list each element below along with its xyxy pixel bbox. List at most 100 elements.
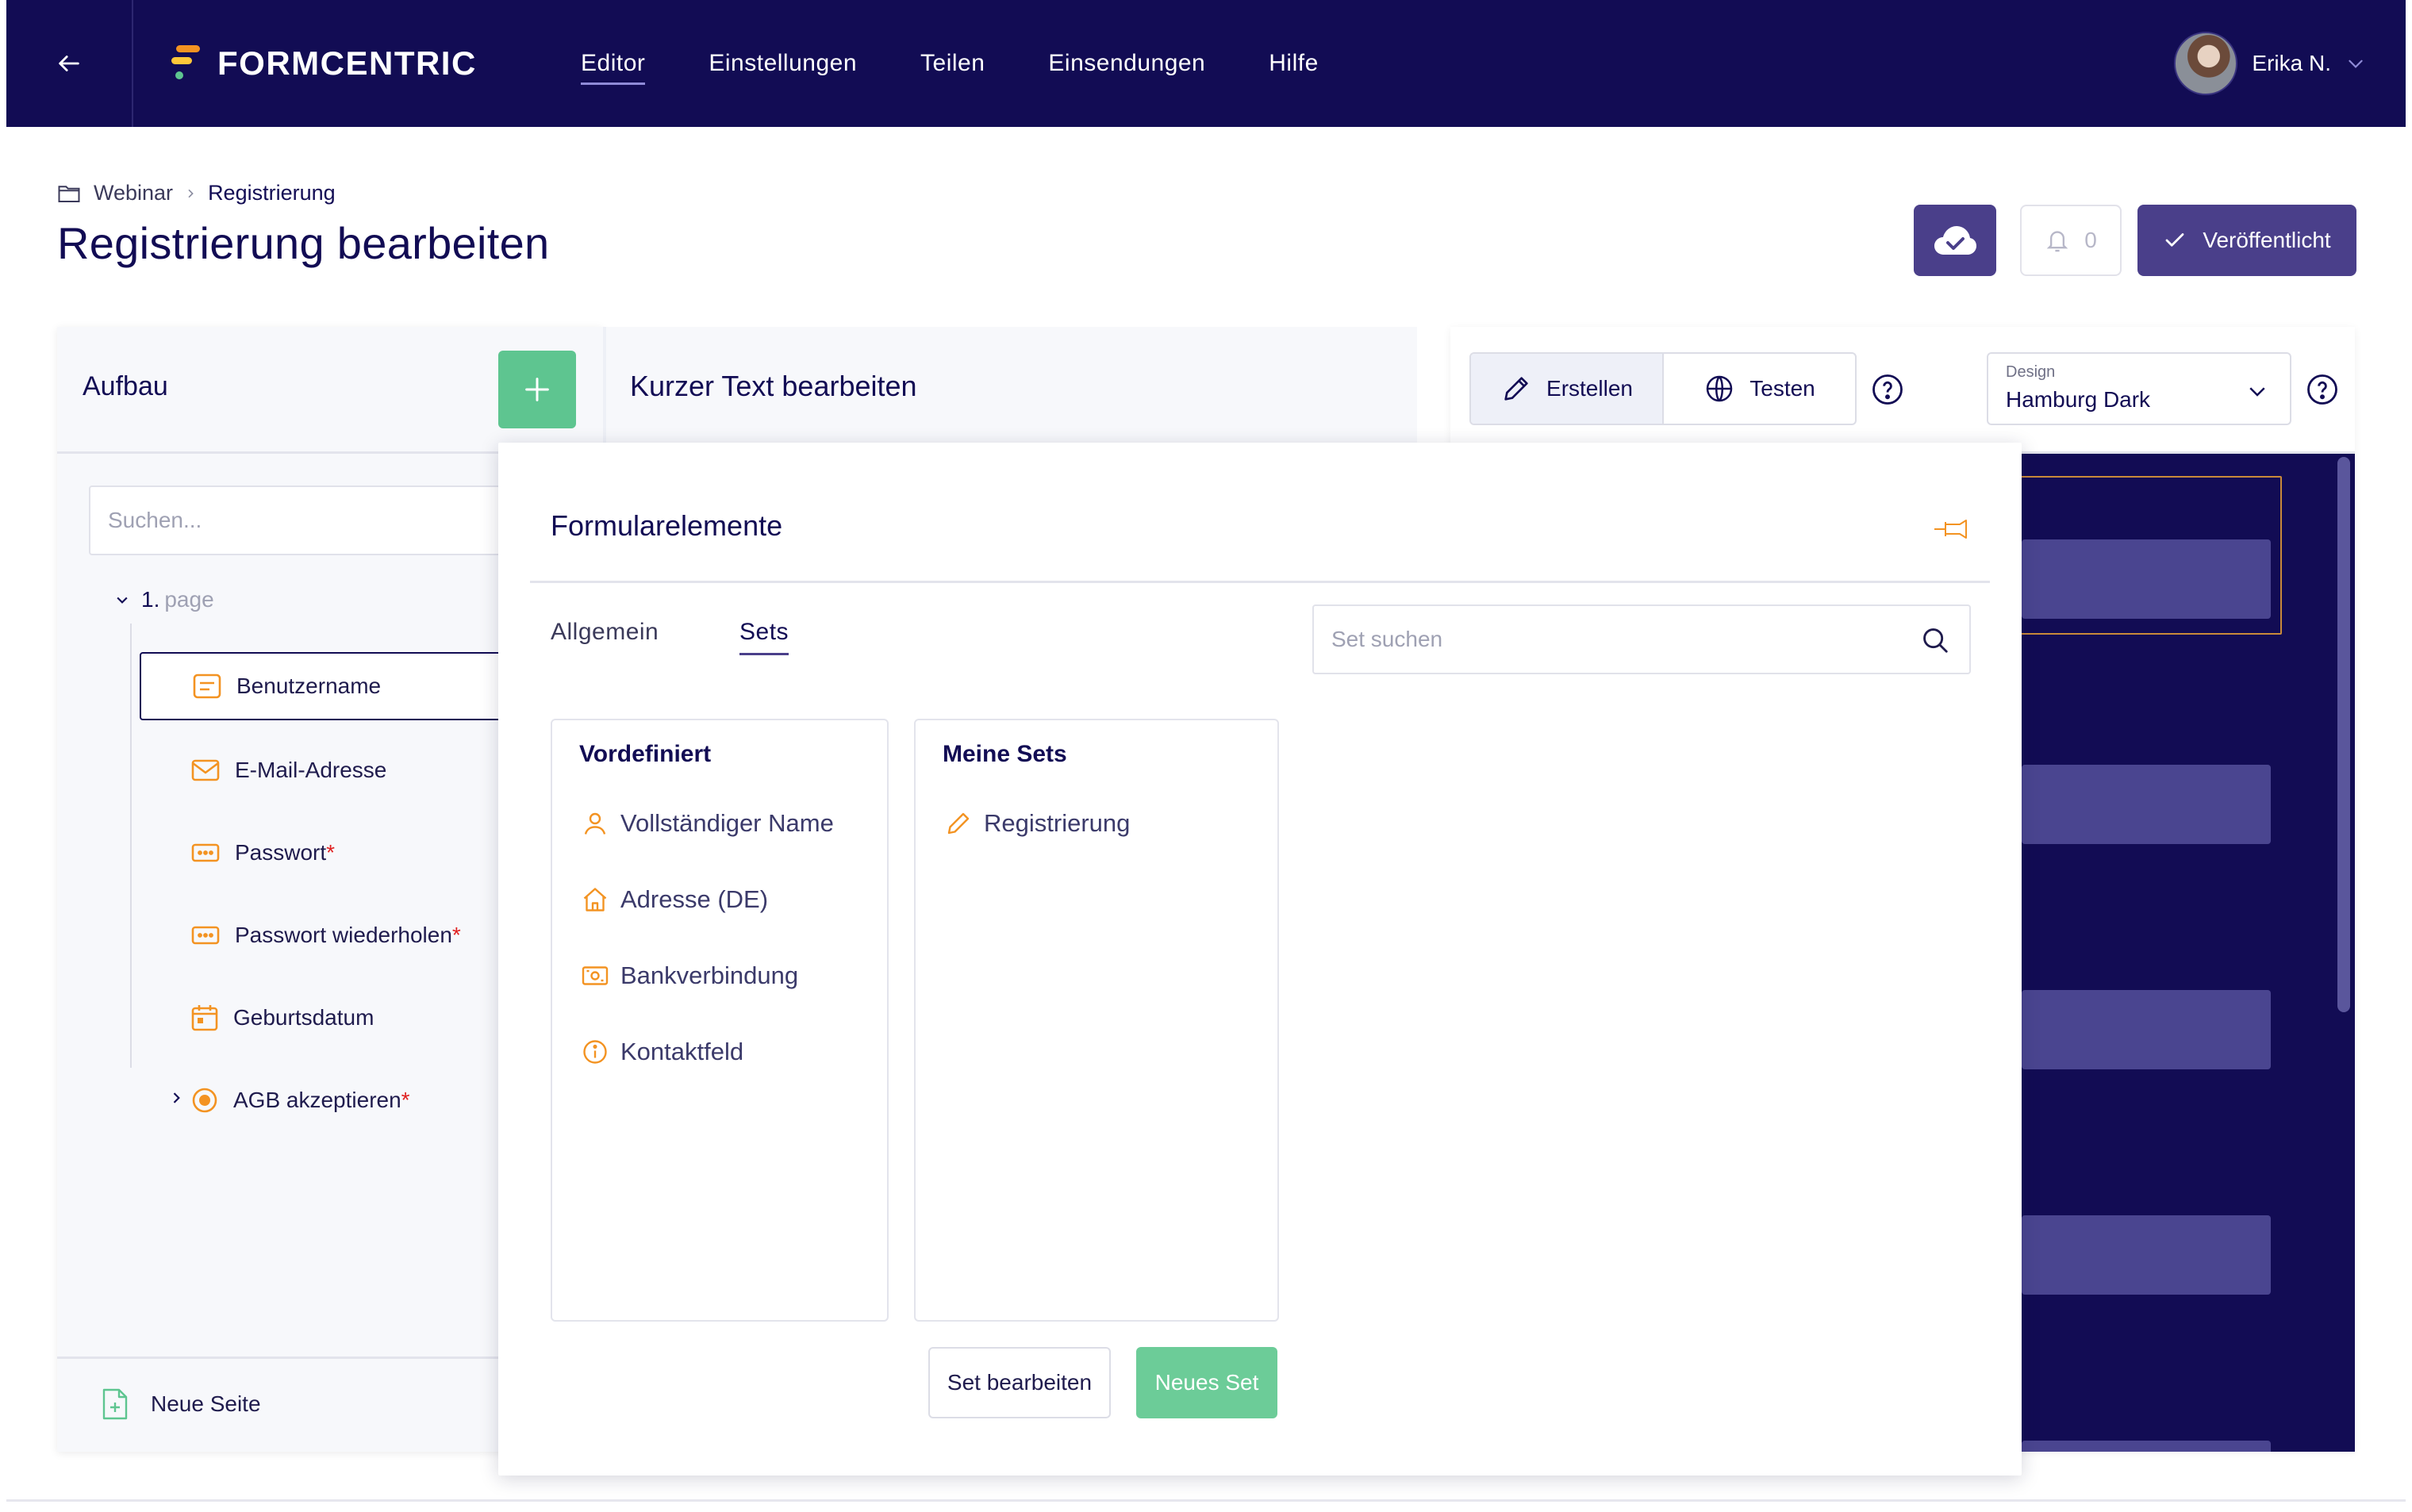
edit-element-title: Kurzer Text bearbeiten <box>630 370 917 402</box>
user-name: Erika N. <box>2252 51 2331 75</box>
add-page-icon <box>102 1388 128 1420</box>
form-elements-popover: Formularelemente Allgemein Sets Vordefin… <box>498 443 2022 1476</box>
set-item-label: Adresse (DE) <box>620 885 769 913</box>
required-mark: * <box>401 1088 410 1112</box>
home-icon <box>583 888 607 911</box>
info-icon <box>583 1040 607 1064</box>
new-page-label: Neue Seite <box>151 1391 261 1416</box>
preview-field[interactable] <box>2022 1215 2271 1295</box>
set-item-vollstaendiger-name[interactable]: Vollständiger Name <box>581 809 834 838</box>
predefined-title: Vordefiniert <box>579 741 712 767</box>
breadcrumb-current: Registrierung <box>208 181 336 205</box>
bell-icon <box>2046 231 2068 252</box>
preview-field[interactable] <box>2022 765 2271 844</box>
nav-editor[interactable]: Editor <box>581 50 646 85</box>
edit-element-panel: Kurzer Text bearbeiten <box>603 327 1417 444</box>
password-icon <box>191 843 220 862</box>
page-bottom-border <box>6 1499 2406 1502</box>
breadcrumb: Webinar Registrierung <box>57 181 336 205</box>
chevron-down-icon <box>2249 387 2265 397</box>
mode-toggle: Erstellen Testen <box>1469 352 1857 425</box>
new-page-button[interactable]: Neue Seite <box>102 1387 261 1421</box>
mail-icon <box>191 759 220 781</box>
set-item-registrierung[interactable]: Registrierung <box>944 809 1130 838</box>
publish-label: Veröffentlicht <box>2203 228 2331 252</box>
tree-item-label: E-Mail-Adresse <box>235 758 387 782</box>
back-button[interactable] <box>6 0 133 127</box>
mode-create-button[interactable]: Erstellen <box>1471 354 1664 424</box>
pencil-icon <box>1504 377 1528 401</box>
chevron-down-icon <box>2349 59 2363 68</box>
tree-item-label: Passwort wiederholen <box>235 923 452 947</box>
my-sets-card: Meine Sets Registrierung <box>914 719 1279 1322</box>
save-cloud-button[interactable] <box>1914 205 1996 276</box>
pencil-icon <box>947 812 970 835</box>
notifications-button[interactable]: 0 <box>2020 205 2122 276</box>
header-actions: 0 Veröffentlicht <box>1914 205 2356 276</box>
plus-icon <box>525 378 549 401</box>
check-icon <box>2165 233 2184 247</box>
nav-einsendungen[interactable]: Einsendungen <box>1048 50 1205 77</box>
mode-test-label: Testen <box>1749 376 1815 401</box>
folder-icon <box>58 185 80 202</box>
user-icon <box>584 812 606 835</box>
set-item-label: Registrierung <box>984 809 1131 837</box>
design-value: Hamburg Dark <box>2006 387 2151 412</box>
tree-item-label: AGB akzeptieren <box>233 1088 401 1112</box>
chevron-right-icon <box>188 189 194 198</box>
nav-einstellungen[interactable]: Einstellungen <box>709 50 857 77</box>
tree-item-label: Passwort <box>235 840 327 865</box>
design-select[interactable]: Design Hamburg Dark <box>1987 352 2291 425</box>
preview-field[interactable] <box>2022 990 2271 1069</box>
popover-title: Formularelemente <box>551 509 783 542</box>
pin-icon[interactable] <box>1933 516 1969 543</box>
set-search-input[interactable] <box>1314 606 1885 673</box>
brand-logo[interactable]: FORMCENTRIC <box>170 41 477 86</box>
radio-icon <box>192 1088 217 1113</box>
search-icon[interactable] <box>1920 625 1950 655</box>
tree-item-label: Benutzername <box>236 673 382 698</box>
tree-connector <box>130 624 132 1068</box>
set-item-label: Vollständiger Name <box>620 809 834 837</box>
publish-button[interactable]: Veröffentlicht <box>2137 205 2356 276</box>
preview-field[interactable] <box>2022 1441 2271 1452</box>
set-item-label: Kontaktfeld <box>620 1038 744 1065</box>
set-item-label: Bankverbindung <box>620 961 799 989</box>
edit-set-button[interactable]: Set bearbeiten <box>928 1347 1111 1418</box>
calendar-icon <box>191 1005 218 1031</box>
set-search-field <box>1312 604 1971 674</box>
chevron-right-icon <box>173 1092 180 1103</box>
text-field-icon <box>193 673 221 699</box>
help-icon[interactable] <box>2306 373 2339 406</box>
set-item-kontaktfeld[interactable]: Kontaktfeld <box>581 1038 743 1066</box>
set-item-adresse[interactable]: Adresse (DE) <box>581 885 768 914</box>
mode-test-button[interactable]: Testen <box>1664 354 1855 424</box>
user-menu[interactable]: Erika N. <box>2174 30 2366 97</box>
top-navigation: FORMCENTRIC Editor Einstellungen Teilen … <box>6 0 2406 127</box>
nav-hilfe[interactable]: Hilfe <box>1269 50 1319 77</box>
add-element-button[interactable] <box>498 351 576 428</box>
help-icon[interactable] <box>1871 373 1904 406</box>
globe-icon <box>1707 375 1733 402</box>
brand-name: FORMCENTRIC <box>217 44 477 82</box>
arrow-left-icon <box>59 56 79 71</box>
breadcrumb-webinar[interactable]: Webinar <box>94 181 173 205</box>
required-mark: * <box>326 840 336 865</box>
page-number: 1. <box>141 587 160 612</box>
tab-allgemein[interactable]: Allgemein <box>551 619 659 646</box>
tree-item-label: Geburtsdatum <box>233 1005 374 1030</box>
tree-page-1[interactable]: 1. page <box>114 587 214 612</box>
chevron-down-icon <box>117 597 128 604</box>
preview-scrollbar[interactable] <box>2337 457 2350 1012</box>
notification-count: 0 <box>2084 228 2097 252</box>
new-set-button[interactable]: Neues Set <box>1136 1347 1277 1418</box>
page-title: Registrierung bearbeiten <box>57 218 550 268</box>
page-label: page <box>164 587 214 612</box>
tab-sets[interactable]: Sets <box>739 619 789 655</box>
set-item-bankverbindung[interactable]: Bankverbindung <box>581 961 798 990</box>
nav-teilen[interactable]: Teilen <box>920 50 985 77</box>
mode-create-label: Erstellen <box>1546 376 1633 401</box>
avatar <box>2174 32 2238 95</box>
my-sets-title: Meine Sets <box>943 741 1067 767</box>
preview-field[interactable] <box>2022 539 2271 619</box>
